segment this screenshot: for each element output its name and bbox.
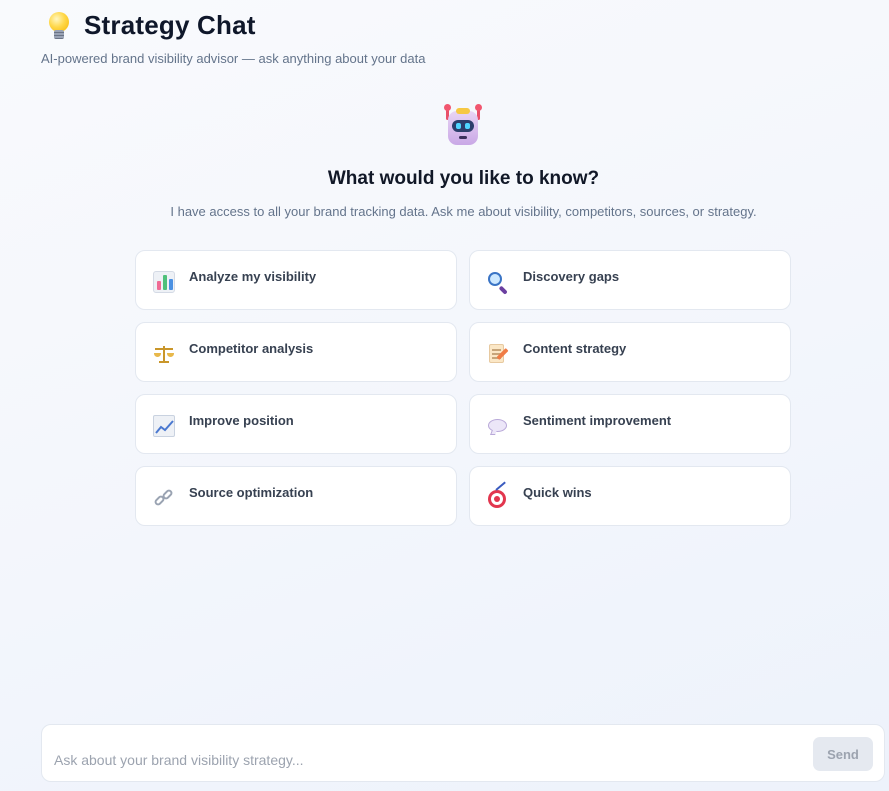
strategy-chat-page: Strategy Chat AI-powered brand visibilit… <box>0 0 889 791</box>
suggestion-content-strategy[interactable]: Content strategy <box>469 322 791 382</box>
message-composer: Send <box>41 724 885 782</box>
suggestion-label: Sentiment improvement <box>523 413 672 428</box>
bar-chart-icon <box>153 271 175 293</box>
suggestion-source-optimization[interactable]: Source optimization <box>135 466 457 526</box>
suggestion-improve-position[interactable]: Improve position <box>135 394 457 454</box>
suggestion-competitor-analysis[interactable]: Competitor analysis <box>135 322 457 382</box>
suggestion-grid: Analyze my visibility Discovery gaps Com… <box>135 250 791 526</box>
balance-scale-icon <box>153 343 175 365</box>
suggestion-sentiment-improvement[interactable]: Sentiment improvement <box>469 394 791 454</box>
suggestion-quick-wins[interactable]: Quick wins <box>469 466 791 526</box>
suggestion-label: Discovery gaps <box>523 269 620 284</box>
message-input[interactable] <box>54 745 794 775</box>
trending-chart-icon <box>153 415 175 437</box>
suggestion-label: Content strategy <box>523 341 627 356</box>
memo-icon <box>487 343 509 365</box>
page-title: Strategy Chat <box>84 9 256 40</box>
welcome-title: What would you like to know? <box>327 168 600 189</box>
suggestion-label: Analyze my visibility <box>189 269 317 284</box>
speech-bubble-icon <box>487 415 509 437</box>
send-button[interactable]: Send <box>813 737 873 771</box>
target-icon <box>487 481 509 509</box>
robot-icon <box>443 104 483 146</box>
link-icon <box>153 487 175 509</box>
title-row: Strategy Chat <box>41 8 425 42</box>
suggestion-label: Improve position <box>189 413 294 428</box>
magnifier-icon <box>487 271 509 295</box>
suggestion-label: Source optimization <box>189 485 314 500</box>
suggestion-discovery-gaps[interactable]: Discovery gaps <box>469 250 791 310</box>
lightbulb-icon <box>48 10 70 40</box>
page-header: Strategy Chat AI-powered brand visibilit… <box>41 8 426 67</box>
welcome-subtitle: I have access to all your brand tracking… <box>170 204 757 219</box>
page-subtitle: AI-powered brand visibility advisor — as… <box>41 51 426 66</box>
suggestion-label: Quick wins <box>523 485 592 500</box>
suggestion-analyze-visibility[interactable]: Analyze my visibility <box>135 250 457 310</box>
suggestion-label: Competitor analysis <box>189 341 314 356</box>
